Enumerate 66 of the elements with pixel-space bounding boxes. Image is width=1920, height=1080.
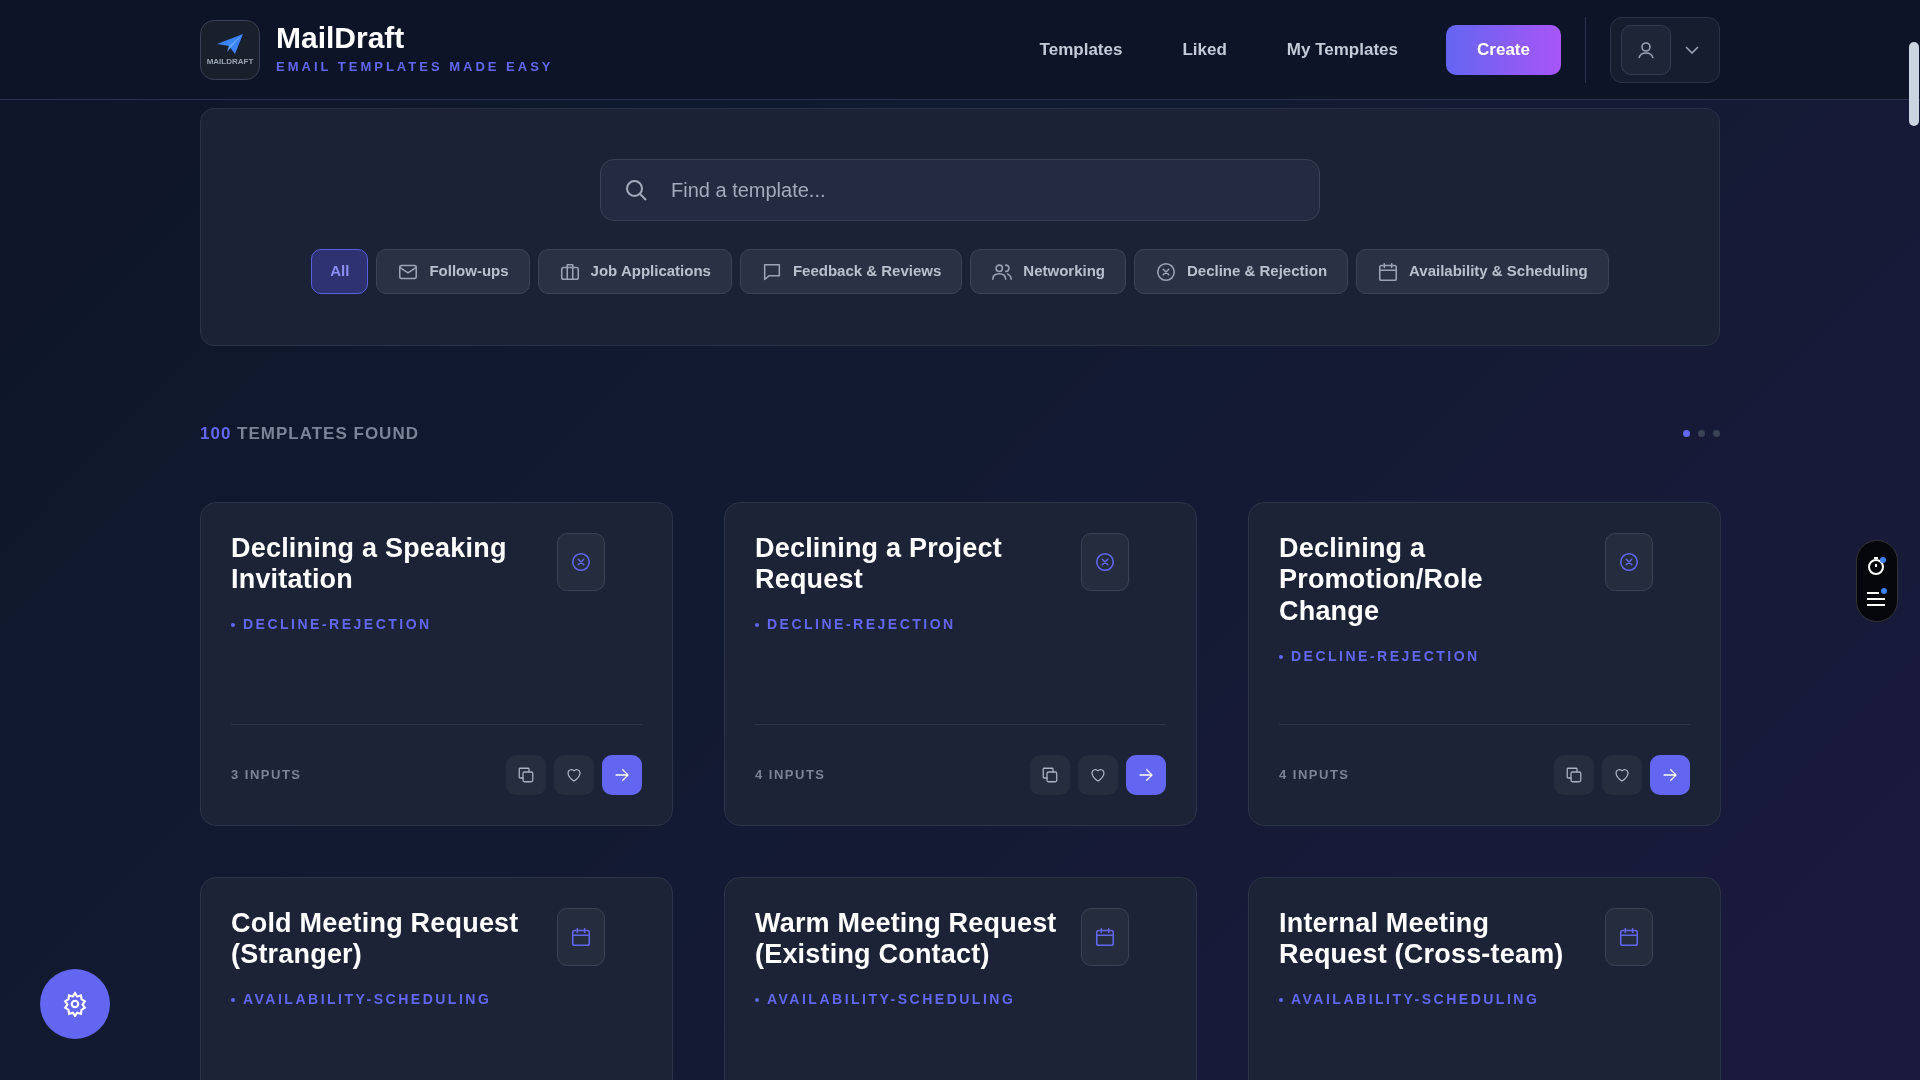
filter-chip[interactable]: Decline & Rejection: [1134, 249, 1349, 294]
category-tag: AVAILABILITY-SCHEDULING: [767, 989, 1016, 1011]
page-dot[interactable]: [1713, 430, 1720, 438]
copy-icon: [517, 765, 535, 784]
page-dot[interactable]: [1698, 430, 1705, 438]
create-button[interactable]: Create: [1446, 24, 1561, 75]
brand-tagline: EMAIL TEMPLATES MADE EASY: [276, 57, 554, 76]
copy-button[interactable]: [1030, 754, 1070, 795]
menu-icon[interactable]: [1866, 587, 1888, 607]
category-tag: AVAILABILITY-SCHEDULING: [1291, 989, 1540, 1011]
card-title: Cold Meeting Request (Stranger): [231, 907, 520, 972]
card-title: Internal Meeting Request (Cross-team): [1279, 907, 1565, 972]
scrollbar-thumb[interactable]: [1909, 42, 1919, 126]
card-title: Declining a Promotion/Role Change: [1279, 532, 1484, 629]
calendar-icon: [570, 925, 592, 948]
chevron-down-icon: [1685, 45, 1699, 54]
calendar-icon: [1618, 925, 1640, 948]
category-tag: DECLINE-REJECTION: [767, 614, 956, 636]
search-field[interactable]: Find a template...: [600, 159, 1320, 221]
timer-icon[interactable]: [1866, 555, 1888, 577]
nav-link[interactable]: Liked: [1182, 28, 1227, 71]
copy-icon: [1041, 765, 1059, 784]
bullet-dot: [231, 622, 235, 627]
copy-button[interactable]: [506, 754, 546, 795]
open-button[interactable]: [602, 754, 642, 795]
x-circle-icon: [1094, 550, 1116, 573]
category-tag: DECLINE-REJECTION: [1291, 646, 1480, 668]
settings-icon: [62, 991, 88, 1017]
like-button[interactable]: [554, 754, 594, 795]
category-tag: DECLINE-REJECTION: [243, 614, 432, 636]
bullet-dot: [755, 622, 759, 627]
bullet-dot: [231, 997, 235, 1002]
category-tag: AVAILABILITY-SCHEDULING: [243, 989, 492, 1011]
filter-chip[interactable]: Networking: [970, 249, 1126, 294]
card-title: Warm Meeting Request (Existing Contact): [755, 907, 1058, 972]
filter-chip[interactable]: Follow-ups: [376, 249, 530, 294]
calendar-icon: [1094, 925, 1116, 948]
user-icon: [1621, 24, 1671, 75]
bullet-dot: [755, 997, 759, 1002]
filter-chip[interactable]: Feedback & Reviews: [739, 249, 963, 294]
open-button[interactable]: [1650, 754, 1690, 795]
filter-chip[interactable]: Availability & Scheduling: [1356, 249, 1609, 294]
card-title: Declining a Speaking Invitation: [231, 532, 508, 597]
card-title: Declining a Project Request: [755, 532, 1003, 597]
filter-chip[interactable]: Job Applications: [537, 249, 732, 294]
brand-name: MailDraft: [276, 22, 406, 53]
open-button[interactable]: [1126, 754, 1166, 795]
x-circle-icon: [570, 550, 592, 573]
like-button[interactable]: [1602, 754, 1642, 795]
results-count: 100 TEMPLATES FOUND: [200, 423, 419, 445]
copy-button[interactable]: [1554, 754, 1594, 795]
app-logo: MAILDRAFT: [200, 19, 260, 80]
x-circle-icon: [1618, 550, 1640, 573]
nav-link[interactable]: Templates: [1039, 28, 1123, 71]
inputs-count: 3 INPUTS: [231, 765, 302, 784]
calendar-icon: [1377, 260, 1400, 283]
like-button[interactable]: [1078, 754, 1118, 795]
bullet-dot: [1279, 654, 1283, 659]
inputs-count: 4 INPUTS: [755, 765, 826, 784]
copy-icon: [1565, 765, 1583, 784]
filter-chip[interactable]: All: [311, 249, 369, 294]
nav-link[interactable]: My Templates: [1286, 28, 1398, 71]
x-circle-icon: [1155, 260, 1177, 283]
inputs-count: 4 INPUTS: [1279, 765, 1350, 784]
bullet-dot: [1279, 997, 1283, 1002]
page-dot[interactable]: [1683, 430, 1690, 438]
